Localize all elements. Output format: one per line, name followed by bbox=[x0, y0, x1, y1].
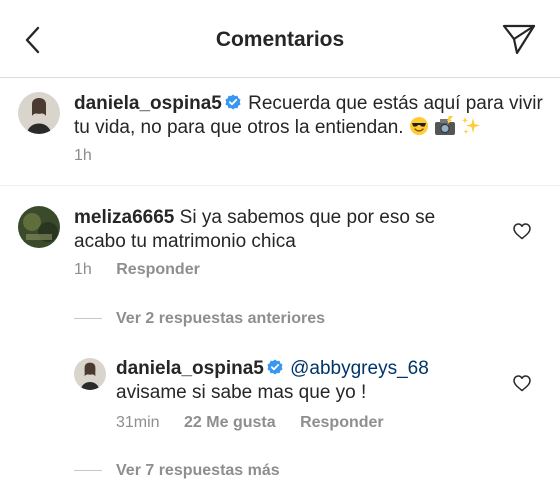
view-more-replies-label: Ver 7 respuestas más bbox=[116, 462, 280, 479]
view-previous-replies-label: Ver 2 respuestas anteriores bbox=[116, 310, 326, 327]
reply-button[interactable]: Responder bbox=[300, 414, 384, 432]
profile-photo-icon bbox=[74, 358, 106, 390]
caption-username[interactable]: daniela_ospina5 bbox=[74, 93, 222, 114]
avatar[interactable] bbox=[18, 92, 60, 134]
avatar[interactable] bbox=[18, 206, 60, 248]
send-icon bbox=[502, 24, 536, 55]
smiling-face-with-sunglasses-icon bbox=[409, 117, 428, 135]
divider-line bbox=[74, 470, 102, 472]
caption-meta: 1h bbox=[74, 147, 92, 165]
divider bbox=[0, 185, 560, 186]
page-title: Comentarios bbox=[215, 28, 345, 51]
profile-photo-icon bbox=[18, 92, 60, 134]
comment-meta: 1h Responder bbox=[74, 261, 200, 279]
caption: daniela_ospina5 Recuerda que estás aquí … bbox=[74, 92, 544, 140]
sparkles-icon bbox=[462, 117, 481, 134]
reply-timestamp: 31min bbox=[116, 414, 160, 431]
avatar[interactable] bbox=[74, 358, 106, 390]
comment: meliza6665 Si ya sabemos que por eso se … bbox=[74, 206, 474, 254]
verified-badge-icon bbox=[225, 94, 241, 110]
like-heart-icon[interactable] bbox=[513, 223, 531, 240]
profile-photo-icon bbox=[18, 206, 60, 248]
share-button[interactable] bbox=[500, 22, 538, 56]
caption-timestamp: 1h bbox=[74, 147, 92, 164]
likes-count[interactable]: 22 Me gusta bbox=[184, 414, 276, 432]
mention-link[interactable]: @abbygreys_68 bbox=[290, 358, 429, 379]
top-bar: Comentarios bbox=[0, 0, 560, 78]
like-heart-icon[interactable] bbox=[513, 375, 531, 392]
reply-text: avisame si sabe mas que yo ! bbox=[116, 382, 367, 403]
view-more-replies[interactable]: Ver 7 respuestas más bbox=[74, 462, 280, 480]
reply-button[interactable]: Responder bbox=[116, 261, 200, 279]
comment-username[interactable]: meliza6665 bbox=[74, 207, 174, 228]
reply-comment: daniela_ospina5 @abbygreys_68 avisame si… bbox=[116, 357, 486, 405]
view-previous-replies[interactable]: Ver 2 respuestas anteriores bbox=[74, 310, 325, 328]
comment-timestamp: 1h bbox=[74, 261, 92, 278]
reply-meta: 31min 22 Me gusta Responder bbox=[116, 414, 384, 432]
divider-line bbox=[74, 318, 102, 320]
camera-with-flash-icon bbox=[435, 116, 456, 135]
reply-username[interactable]: daniela_ospina5 bbox=[116, 358, 264, 379]
verified-badge-icon bbox=[267, 359, 283, 375]
